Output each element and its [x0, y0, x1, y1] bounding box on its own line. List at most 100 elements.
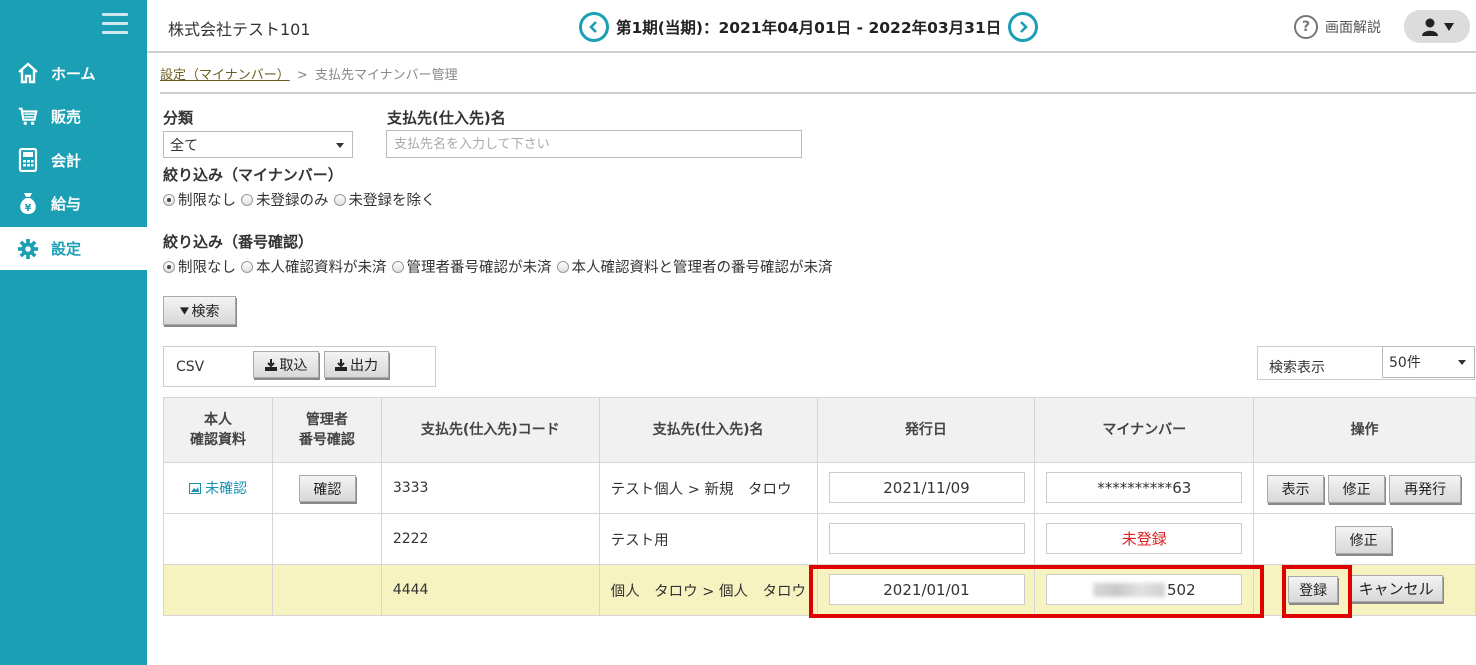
table-header-row: 本人 確認資料 管理者 番号確認 支払先(仕入先)コード 支払先(仕入先)名 発行日… [163, 397, 1476, 463]
mynumber-filter-exclude-unregistered[interactable]: 未登録を除く [333, 189, 436, 210]
help-link[interactable]: ? 画面解説 [1294, 15, 1381, 39]
csv-panel: CSV 取込 出力 [163, 346, 436, 387]
actions-cell: 登録 キャンセル [1253, 564, 1476, 616]
id-doc-link[interactable]: 未確認 [188, 481, 247, 497]
sidebar-item-home[interactable]: ホーム [0, 52, 147, 94]
home-icon [15, 60, 41, 86]
calculator-icon [15, 147, 41, 173]
issued-cell: 2021/11/09 [816, 462, 1036, 514]
gear-icon [15, 236, 41, 262]
menu-toggle-icon[interactable] [102, 13, 128, 35]
issued-date-field[interactable] [828, 523, 1025, 554]
breadcrumb-current: 支払先マイナンバー管理 [314, 68, 458, 83]
name-cell: テスト個人 > 新規 タロウ [598, 462, 818, 514]
id-doc-cell [163, 513, 273, 565]
chevron-right-icon [1020, 21, 1029, 33]
name-cell: 個人 タロウ > 個人 タロウ [598, 564, 818, 616]
mynumber-cell: 502 [1034, 564, 1255, 616]
breadcrumb-parent[interactable]: 設定（マイナンバー） [160, 68, 290, 83]
col-header-issued: 発行日 [816, 397, 1036, 463]
mynumber-status: 未登録 [1046, 523, 1243, 554]
top-header: 株式会社テスト101 第1期(当期)：2021年04月01日 - 2022年03… [147, 0, 1476, 53]
sidebar-item-payroll[interactable]: ¥ 給与 [0, 182, 147, 224]
verify-filter-label: 絞り込み（番号確認） [163, 233, 314, 251]
verify-filter-group: 制限なし 本人確認資料が未済 管理者番号確認が未済 本人確認資料と管理者の番号確… [163, 256, 838, 277]
edit-button[interactable]: 修正 [1328, 475, 1386, 503]
sidebar-item-label: 設定 [51, 240, 82, 258]
category-select[interactable]: 全て [163, 131, 353, 158]
code-cell: 3333 [380, 462, 600, 514]
mynumber-filter-none[interactable]: 制限なし [163, 189, 236, 210]
issued-date-input[interactable]: 2021/01/01 [828, 574, 1025, 605]
name-cell: テスト用 [598, 513, 818, 565]
display-count-panel: 検索表示 50件 [1257, 346, 1475, 380]
admin-check-cell [271, 564, 382, 616]
mynumber-filter-group: 制限なし 未登録のみ 未登録を除く [163, 189, 441, 210]
user-menu-button[interactable] [1404, 10, 1470, 43]
image-icon [188, 483, 201, 494]
issued-cell: 2021/01/01 [816, 564, 1036, 616]
actions-cell: 修正 [1253, 513, 1476, 565]
money-bag-icon: ¥ [15, 190, 41, 216]
verify-filter-id-doc[interactable]: 本人確認資料が未済 [241, 256, 387, 277]
masked-digits [1092, 582, 1165, 597]
sidebar-item-label: 会計 [51, 151, 82, 170]
table-row: 未確認 確認 3333 テスト個人 > 新規 タロウ 2021/11/09 **… [163, 462, 1476, 514]
mynumber-filter-unregistered[interactable]: 未登録のみ [241, 189, 329, 210]
verify-filter-none[interactable]: 制限なし [163, 256, 236, 277]
next-period-button[interactable] [1008, 12, 1039, 42]
col-header-mynumber: マイナンバー [1034, 397, 1255, 463]
col-header-admin-check: 管理者 番号確認 [271, 397, 382, 463]
help-label: 画面解説 [1325, 20, 1381, 36]
cancel-button[interactable]: キャンセル [1349, 575, 1444, 602]
sidebar-item-accounting[interactable]: 会計 [0, 139, 147, 181]
download-icon [335, 358, 347, 371]
edit-button[interactable]: 修正 [1335, 526, 1393, 554]
csv-export-button[interactable]: 出力 [324, 351, 389, 378]
breadcrumb: 設定（マイナンバー） > 支払先マイナンバー管理 [160, 64, 458, 83]
mynumber-cell: **********63 [1034, 462, 1255, 514]
display-count-value: 50件 [1389, 355, 1421, 371]
verify-filter-admin[interactable]: 管理者番号確認が未済 [391, 256, 552, 277]
col-header-actions: 操作 [1253, 397, 1476, 463]
prev-period-button[interactable] [579, 12, 609, 42]
sidebar-item-label: ホーム [51, 64, 96, 83]
svg-text:¥: ¥ [25, 203, 32, 214]
supplier-table: 本人 確認資料 管理者 番号確認 支払先(仕入先)コード 支払先(仕入先)名 発行日… [163, 397, 1476, 616]
mynumber-field[interactable]: **********63 [1046, 472, 1243, 503]
caret-down-icon [1458, 360, 1466, 365]
reissue-button[interactable]: 再発行 [1389, 475, 1462, 503]
search-button[interactable]: 検索 [163, 296, 236, 325]
register-button[interactable]: 登録 [1288, 576, 1339, 603]
supplier-name-input[interactable] [386, 130, 802, 158]
table-row-editing: 4444 個人 タロウ > 個人 タロウ 2021/01/01 502 登録 キ… [163, 564, 1476, 616]
user-icon [1422, 18, 1438, 36]
display-count-select[interactable]: 50件 [1382, 346, 1475, 378]
id-doc-cell: 未確認 [163, 462, 273, 514]
sidebar-item-sales[interactable]: 販売 [0, 95, 147, 137]
sidebar-item-settings[interactable]: 設定 [0, 227, 147, 270]
sidebar: ホーム 販売 会計 ¥ 給与 設定 [0, 0, 147, 665]
mynumber-cell: 未登録 [1034, 513, 1255, 565]
sidebar-item-label: 販売 [51, 107, 82, 126]
confirm-button[interactable]: 確認 [298, 475, 356, 502]
csv-label: CSV [176, 359, 205, 375]
col-header-id-doc: 本人 確認資料 [163, 397, 273, 463]
code-cell: 4444 [380, 564, 600, 616]
mynumber-input[interactable]: 502 [1046, 574, 1243, 605]
chevron-left-icon [589, 21, 597, 33]
caret-down-icon [1444, 22, 1454, 31]
csv-import-button[interactable]: 取込 [253, 351, 319, 378]
view-button[interactable]: 表示 [1267, 475, 1325, 503]
breadcrumb-separator: > [296, 68, 308, 83]
download-icon [264, 358, 277, 371]
actions-cell: 表示 修正 再発行 [1253, 462, 1476, 514]
divider [160, 92, 1476, 94]
issued-date-field[interactable]: 2021/11/09 [828, 472, 1025, 503]
table-row: 2222 テスト用 未登録 修正 [163, 513, 1476, 565]
filter-icon [179, 306, 189, 315]
caret-down-icon [336, 143, 344, 148]
sidebar-item-label: 給与 [51, 194, 82, 213]
verify-filter-both[interactable]: 本人確認資料と管理者の番号確認が未済 [556, 256, 833, 277]
admin-check-cell [271, 513, 382, 565]
